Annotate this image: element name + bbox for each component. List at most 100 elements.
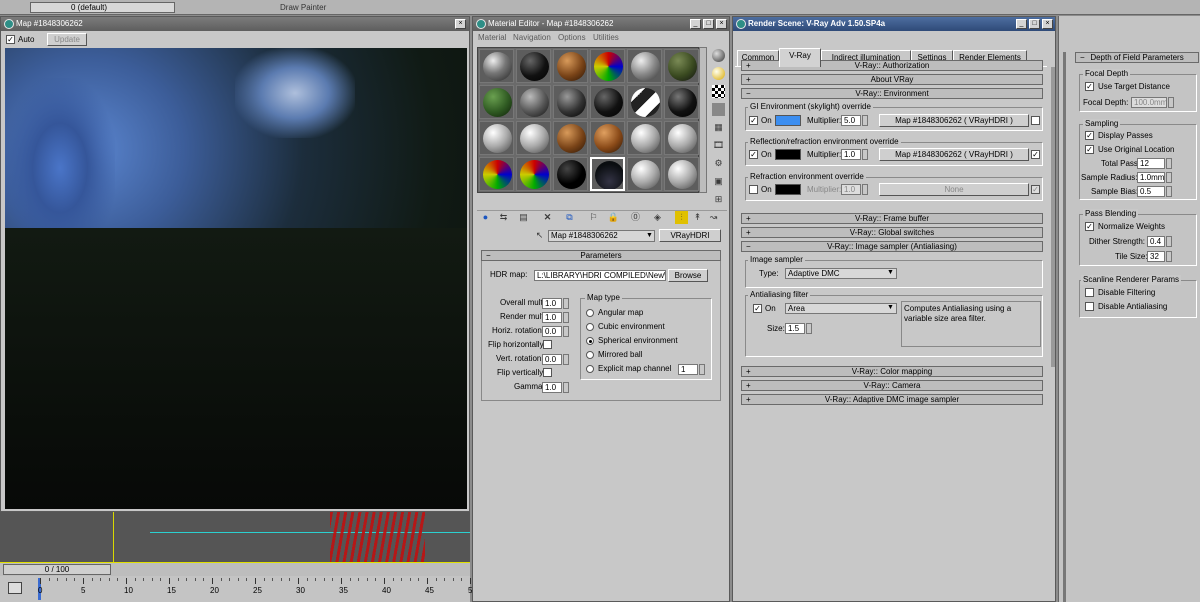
total-passes-field[interactable]: 12 [1137, 158, 1165, 169]
material-slot[interactable] [516, 49, 551, 83]
horiz-rotation-spinner[interactable] [563, 326, 569, 337]
material-effects-icon[interactable]: ⓪ [629, 211, 642, 224]
rollout-frame-buffer[interactable]: + V-Ray:: Frame buffer [741, 213, 1043, 224]
sample-radius-field[interactable]: 1.0mm [1137, 172, 1165, 183]
sampler-type-dropdown[interactable]: Adaptive DMC [785, 268, 897, 279]
render-mult-field[interactable]: 1.0 [542, 312, 562, 323]
overall-mult-field[interactable]: 1.0 [542, 298, 562, 309]
material-slot[interactable] [479, 121, 514, 155]
render-scene-scrollbar[interactable] [1051, 67, 1055, 367]
make-unique-icon[interactable]: ⚐ [587, 211, 600, 224]
menu-options[interactable]: Options [558, 32, 586, 44]
material-editor-titlebar[interactable]: Material Editor - Map #1848306262 _ □ × [473, 17, 729, 31]
show-end-result-icon[interactable]: ⫶ [675, 211, 688, 224]
vert-rotation-spinner[interactable] [563, 354, 569, 365]
rollout-environment[interactable]: − V-Ray:: Environment [741, 88, 1043, 99]
overall-mult-spinner[interactable] [563, 298, 569, 309]
material-slot[interactable] [664, 121, 699, 155]
gi-map-checkbox[interactable] [1031, 116, 1040, 125]
parameters-rollout[interactable]: − Parameters [481, 250, 721, 261]
refl-on-checkbox[interactable]: ✓ [749, 150, 758, 159]
gi-color-swatch[interactable] [775, 115, 801, 126]
command-panel-scrollbar[interactable] [1063, 52, 1066, 602]
material-slot[interactable] [516, 121, 551, 155]
rollout-color-mapping[interactable]: + V-Ray:: Color mapping [741, 366, 1043, 377]
refr-map-checkbox[interactable]: ✓ [1031, 185, 1040, 194]
rollout-about-vray[interactable]: + About VRay [741, 74, 1043, 85]
rollout-camera[interactable]: + V-Ray:: Camera [741, 380, 1043, 391]
minimize-icon[interactable]: _ [1016, 19, 1027, 29]
focal-depth-field[interactable]: 100.0mm [1131, 97, 1167, 108]
minimize-icon[interactable]: _ [690, 19, 701, 29]
material-slot[interactable] [553, 121, 588, 155]
use-original-location-checkbox[interactable]: ✓ [1085, 145, 1094, 154]
go-parent-icon[interactable]: ↟ [691, 211, 704, 224]
sample-radius-spinner[interactable] [1166, 172, 1172, 183]
hdr-map-path-field[interactable]: L:\LIBRARY\HDRI COMPILED\New\ [534, 270, 666, 281]
disable-filtering-checkbox[interactable] [1085, 288, 1094, 297]
horiz-rotation-field[interactable]: 0.0 [542, 326, 562, 337]
tile-size-field[interactable]: 32 [1147, 251, 1165, 262]
rollout-adaptive-dmc[interactable]: + V-Ray:: Adaptive DMC image sampler [741, 394, 1043, 405]
render-scene-titlebar[interactable]: Render Scene: V-Ray Adv 1.50.SP4a _ □ × [733, 17, 1055, 31]
material-slot[interactable] [627, 49, 662, 83]
select-by-material-icon[interactable]: ▣ [712, 175, 725, 188]
maximize-icon[interactable]: □ [1029, 19, 1040, 29]
sample-bias-field[interactable]: 0.5 [1137, 186, 1165, 197]
material-slot[interactable] [479, 85, 514, 119]
update-button[interactable]: Update [47, 33, 87, 46]
material-navigator-icon[interactable]: ⊞ [712, 193, 725, 206]
material-slot[interactable] [590, 121, 625, 155]
material-slot[interactable] [553, 85, 588, 119]
sampler-type-chevron-down-icon[interactable]: ▼ [887, 269, 894, 276]
get-material-icon[interactable]: ● [479, 211, 492, 224]
gi-map-button[interactable]: Map #1848306262 ( VRayHDRI ) [879, 114, 1029, 127]
material-slot[interactable] [627, 157, 662, 191]
close-icon[interactable]: × [716, 19, 727, 29]
dither-strength-field[interactable]: 0.4 [1147, 236, 1165, 247]
pick-material-icon[interactable]: ↖ [533, 229, 546, 242]
video-color-icon[interactable]: ▦ [712, 121, 725, 134]
aa-on-checkbox[interactable]: ✓ [753, 304, 762, 313]
map-name-dropdown-icon[interactable]: ▼ [645, 231, 654, 241]
rollout-image-sampler[interactable]: − V-Ray:: Image sampler (Antialiasing) [741, 241, 1043, 252]
map-type-button[interactable]: VRayHDRI [659, 229, 721, 242]
use-target-distance-checkbox[interactable]: ✓ [1085, 82, 1094, 91]
map-window-titlebar[interactable]: Map #1848306262 × [1, 17, 469, 31]
disable-antialiasing-checkbox[interactable] [1085, 302, 1094, 311]
material-slot[interactable] [553, 49, 588, 83]
options-icon[interactable]: ⚙ [712, 157, 725, 170]
browse-button[interactable]: Browse [668, 269, 708, 282]
menu-navigation[interactable]: Navigation [513, 32, 551, 44]
slot-scrollbar[interactable] [699, 47, 707, 193]
dither-strength-spinner[interactable] [1166, 236, 1172, 247]
material-slot[interactable] [590, 157, 625, 191]
gi-multiplier-spinner[interactable] [862, 115, 868, 126]
timeline-ruler[interactable]: 05101520253035404550 [0, 576, 477, 602]
tile-size-spinner[interactable] [1166, 251, 1172, 262]
aa-filter-chevron-down-icon[interactable]: ▼ [887, 304, 894, 311]
refr-on-checkbox[interactable] [749, 185, 758, 194]
material-slot[interactable] [664, 157, 699, 191]
material-slot[interactable] [590, 85, 625, 119]
refl-map-button[interactable]: Map #1848306262 ( VRayHDRI ) [879, 148, 1029, 161]
aa-size-spinner[interactable] [806, 323, 812, 334]
put-to-library-icon[interactable]: 🔒 [607, 211, 620, 224]
map-channel-spinner[interactable] [699, 364, 705, 375]
menu-material[interactable]: Material [478, 32, 506, 44]
material-slot[interactable] [479, 49, 514, 83]
material-slot[interactable] [627, 121, 662, 155]
refl-multiplier-spinner[interactable] [862, 149, 868, 160]
refl-multiplier-field[interactable]: 1.0 [841, 149, 861, 160]
show-map-icon[interactable]: ◈ [651, 211, 664, 224]
assign-material-icon[interactable]: ▤ [517, 211, 530, 224]
gamma-spinner[interactable] [563, 382, 569, 393]
map-channel-field[interactable]: 1 [678, 364, 698, 375]
focal-depth-spinner[interactable] [1168, 97, 1174, 108]
rollout-global-switches[interactable]: + V-Ray:: Global switches [741, 227, 1043, 238]
menu-utilities[interactable]: Utilities [593, 32, 619, 44]
material-slot[interactable] [553, 157, 588, 191]
cubic-environment-radio[interactable] [586, 323, 594, 331]
material-slot[interactable] [479, 157, 514, 191]
total-passes-spinner[interactable] [1166, 158, 1172, 169]
